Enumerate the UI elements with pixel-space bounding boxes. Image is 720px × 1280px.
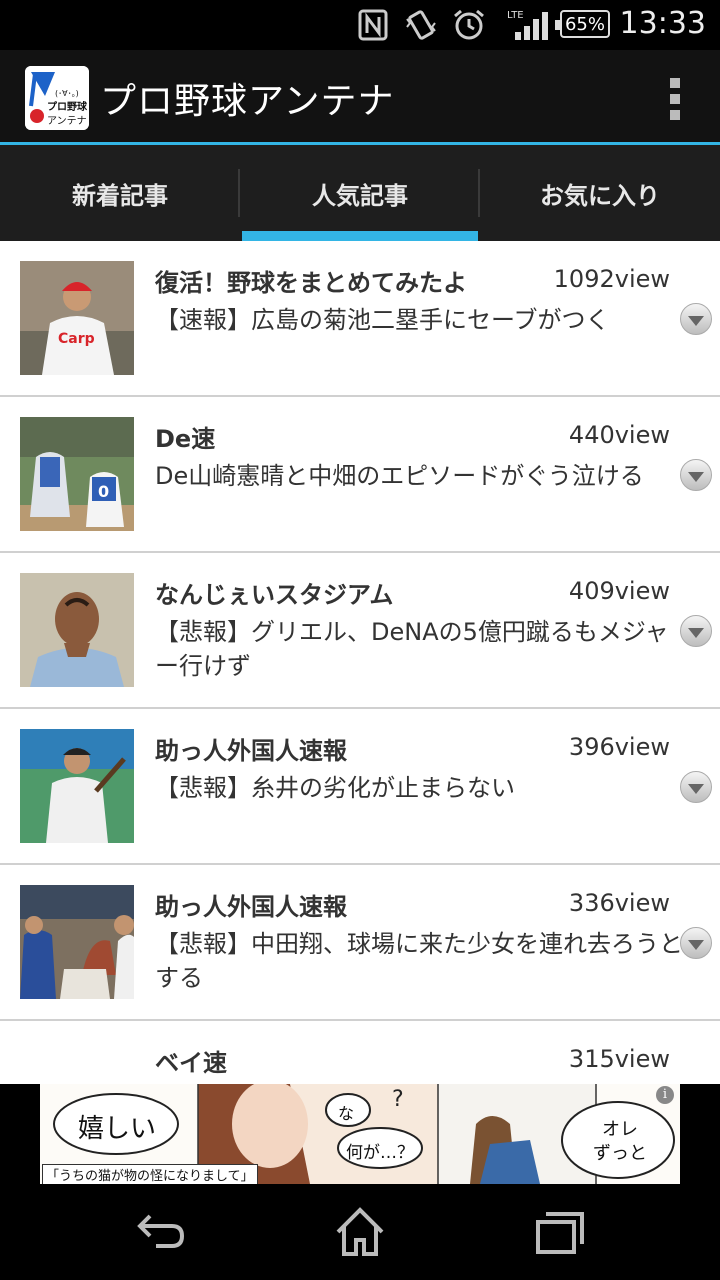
app-logo-icon: (･∀･。) プロ野球 アンテナ xyxy=(25,66,89,130)
ad-caption: 「うちの猫が物の怪になりまして」 xyxy=(42,1164,258,1184)
svg-text:?: ? xyxy=(392,1087,404,1112)
svg-text:0: 0 xyxy=(98,482,109,501)
article-thumbnail xyxy=(20,1041,134,1084)
expand-chevron-icon[interactable] xyxy=(680,615,712,647)
recent-apps-icon[interactable] xyxy=(530,1204,590,1260)
article-source: ベイ速 xyxy=(155,1049,227,1077)
article-views: 409view xyxy=(568,577,670,605)
article-views: 396view xyxy=(568,733,670,761)
ad-bubble-text: な xyxy=(338,1104,355,1123)
tab-label: 新着記事 xyxy=(72,181,168,210)
ad-creative[interactable]: ? 嬉しい 「うちの猫が物の怪になりまして」 な 何が…？ オレ ずっと i xyxy=(40,1084,680,1184)
tab-popular-articles[interactable]: 人気記事 xyxy=(240,145,480,241)
tab-new-articles[interactable]: 新着記事 xyxy=(0,145,240,241)
article-source: なんじぇいスタジアム xyxy=(155,581,394,609)
article-thumbnail xyxy=(20,885,134,999)
article-views: 315view xyxy=(568,1045,670,1073)
vibrate-icon xyxy=(402,8,440,42)
article-headline: 【速報】広島の菊池二塁手にセーブがつく xyxy=(155,306,610,334)
expand-chevron-icon[interactable] xyxy=(680,459,712,491)
ad-bubble-text: オレ ずっと xyxy=(593,1119,647,1164)
tab-label: お気に入り xyxy=(540,181,660,210)
alarm-icon xyxy=(450,8,488,42)
article-source: 助っ人外国人速報 xyxy=(155,737,347,765)
article-source: 助っ人外国人速報 xyxy=(155,893,347,921)
list-item[interactable]: 0 De速 440view De山崎憲晴と中畑のエピソードがぐう泣ける xyxy=(0,397,720,553)
overflow-menu-icon[interactable] xyxy=(668,78,682,120)
active-tab-indicator xyxy=(242,231,478,241)
article-headline: 【悲報】中田翔、球場に来た少女を連れ去ろうとする xyxy=(155,930,683,992)
svg-text:Carp: Carp xyxy=(58,331,95,347)
article-headline: De山崎憲晴と中畑のエピソードがぐう泣ける xyxy=(155,462,644,490)
ad-bubble-text: 嬉しい xyxy=(78,1114,157,1144)
home-icon[interactable] xyxy=(330,1204,390,1260)
tab-bar: 新着記事 人気記事 お気に入り xyxy=(0,145,720,241)
article-views: 1092view xyxy=(553,265,670,293)
article-thumbnail xyxy=(20,573,134,687)
article-views: 336view xyxy=(568,889,670,917)
article-thumbnail xyxy=(20,729,134,843)
nfc-icon xyxy=(356,8,390,42)
action-bar: (･∀･。) プロ野球 アンテナ プロ野球アンテナ xyxy=(0,50,720,144)
ad-info-icon[interactable]: i xyxy=(656,1086,674,1104)
battery-icon: 65% xyxy=(555,10,610,38)
expand-chevron-icon[interactable] xyxy=(680,303,712,335)
list-item[interactable]: Carp 復活！野球をまとめてみたよ 1092view 【速報】広島の菊池二塁手… xyxy=(0,241,720,397)
expand-chevron-icon[interactable] xyxy=(680,771,712,803)
ad-banner[interactable]: ? 嬉しい 「うちの猫が物の怪になりまして」 な 何が…？ オレ ずっと i xyxy=(0,1084,720,1184)
article-list[interactable]: Carp 復活！野球をまとめてみたよ 1092view 【速報】広島の菊池二塁手… xyxy=(0,241,720,1084)
svg-text:アンテナ: アンテナ xyxy=(47,115,87,127)
article-views: 440view xyxy=(568,421,670,449)
signal-icon: LTE xyxy=(504,8,550,42)
ad-bubble-text: 何が…？ xyxy=(346,1143,414,1163)
tab-label: 人気記事 xyxy=(312,181,408,210)
svg-text:LTE: LTE xyxy=(507,10,524,21)
article-headline: 【悲報】グリエル、DeNAの5億円蹴るもメジャー行けず xyxy=(155,618,669,680)
back-icon[interactable] xyxy=(132,1204,192,1260)
article-thumbnail: Carp xyxy=(20,261,134,375)
svg-text:プロ野球: プロ野球 xyxy=(47,100,88,113)
list-item[interactable]: ベイ速 315view xyxy=(0,1021,720,1084)
expand-chevron-icon[interactable] xyxy=(680,927,712,959)
svg-text:(･∀･。): (･∀･。) xyxy=(55,89,79,98)
clock: 13:33 xyxy=(619,6,706,41)
status-bar: LTE 65% 13:33 xyxy=(0,0,720,50)
system-navigation-bar xyxy=(0,1184,720,1280)
list-item[interactable]: 助っ人外国人速報 336view 【悲報】中田翔、球場に来た少女を連れ去ろうとす… xyxy=(0,865,720,1021)
article-source: 復活！野球をまとめてみたよ xyxy=(155,269,467,297)
article-thumbnail: 0 xyxy=(20,417,134,531)
app-title: プロ野球アンテナ xyxy=(100,81,395,122)
article-headline: 【悲報】糸井の劣化が止まらない xyxy=(155,774,515,802)
list-item[interactable]: 助っ人外国人速報 396view 【悲報】糸井の劣化が止まらない xyxy=(0,709,720,865)
article-source: De速 xyxy=(155,425,216,453)
tab-favorites[interactable]: お気に入り xyxy=(480,145,720,241)
list-item[interactable]: なんじぇいスタジアム 409view 【悲報】グリエル、DeNAの5億円蹴るもメ… xyxy=(0,553,720,709)
